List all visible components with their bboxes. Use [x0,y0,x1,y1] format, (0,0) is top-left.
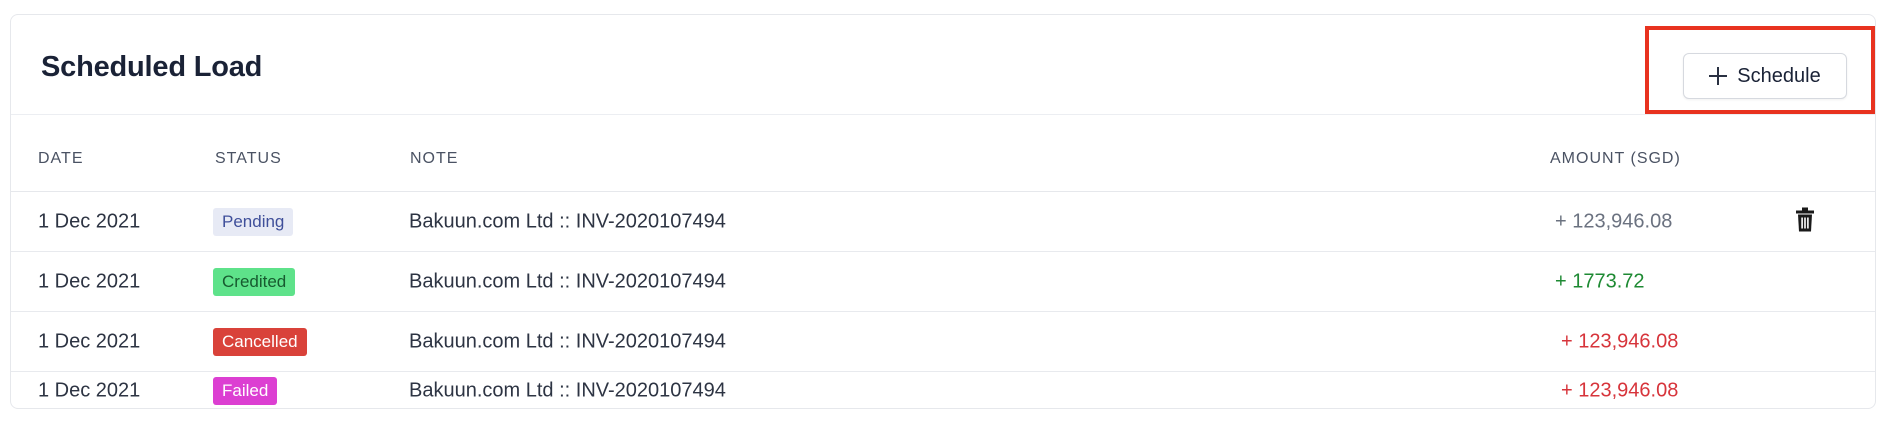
schedule-button-label: Schedule [1737,64,1821,87]
row-note: Bakuun.com Ltd :: INV-2020107494 [409,210,726,232]
table-row: 1 Dec 2021 Cancelled Bakuun.com Ltd :: I… [11,312,1875,372]
status-badge: Cancelled [213,327,307,356]
row-note: Bakuun.com Ltd :: INV-2020107494 [409,270,726,292]
column-header-note: NOTE [410,150,459,167]
status-badge: Credited [213,267,296,296]
row-note: Bakuun.com Ltd :: INV-2020107494 [409,379,726,402]
table-header: DATE STATUS NOTE AMOUNT (SGD) [11,115,1875,192]
row-amount: + 1773.72 [1555,270,1645,292]
row-date: 1 Dec 2021 [38,330,141,352]
plus-icon [1709,67,1728,85]
row-note: Bakuun.com Ltd :: INV-2020107494 [409,330,726,352]
trash-icon[interactable] [1795,207,1815,236]
row-amount: + 123,946.08 [1555,210,1673,232]
row-amount: + 123,946.08 [1561,379,1679,402]
column-header-date: DATE [38,150,84,167]
card-header: Scheduled Load [11,15,1875,115]
row-amount: + 123,946.08 [1561,330,1679,352]
page-title: Scheduled Load [41,51,263,83]
status-badge: Pending [213,207,294,236]
table-row: 1 Dec 2021 Pending Bakuun.com Ltd :: INV… [11,192,1875,252]
table-row: 1 Dec 2021 Credited Bakuun.com Ltd :: IN… [11,252,1875,312]
table-row: 1 Dec 2021 Failed Bakuun.com Ltd :: INV-… [11,372,1875,408]
schedule-button[interactable]: Schedule [1683,53,1847,99]
column-header-amount: AMOUNT (SGD) [1550,150,1681,167]
column-header-status: STATUS [215,150,282,167]
status-badge: Failed [213,377,278,405]
row-date: 1 Dec 2021 [38,379,141,402]
scheduled-load-card: Scheduled Load Schedule DATE STATUS NOTE… [10,14,1876,409]
row-date: 1 Dec 2021 [38,270,141,292]
row-date: 1 Dec 2021 [38,210,141,232]
